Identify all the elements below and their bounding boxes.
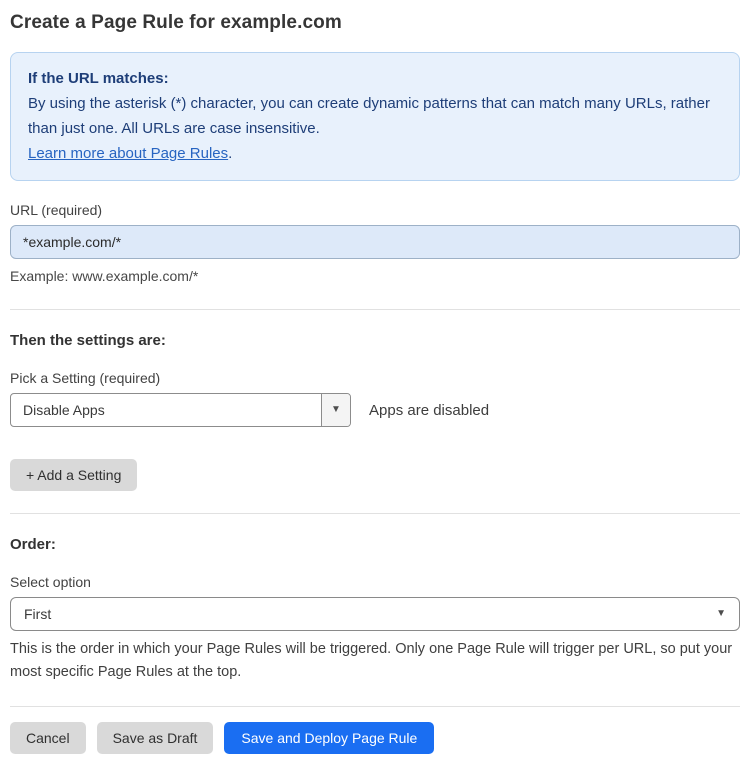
url-match-info-box: If the URL matches: By using the asteris…: [10, 52, 740, 181]
footer-actions: Cancel Save as Draft Save and Deploy Pag…: [10, 722, 740, 766]
pick-setting-label: Pick a Setting (required): [10, 370, 161, 386]
order-select[interactable]: First ▼: [10, 597, 740, 631]
url-field-helper: Example: www.example.com/*: [10, 268, 199, 284]
setting-dropdown-toggle-button[interactable]: ▼: [321, 394, 350, 426]
divider: [10, 513, 740, 514]
link-suffix: .: [228, 145, 233, 162]
url-field-label: URL (required): [10, 202, 103, 218]
order-select-value: First: [24, 606, 52, 622]
save-as-draft-button[interactable]: Save as Draft: [96, 722, 214, 754]
url-input[interactable]: [10, 225, 740, 259]
page-title: Create a Page Rule for example.com: [10, 12, 342, 33]
caret-down-icon: ▼: [331, 404, 341, 415]
info-box-body-text: By using the asterisk (*) character, you…: [28, 95, 710, 137]
cancel-button[interactable]: Cancel: [10, 722, 86, 754]
order-select-label: Select option: [10, 574, 91, 590]
caret-down-icon: ▼: [716, 608, 726, 619]
divider: [10, 309, 740, 310]
add-setting-button[interactable]: + Add a Setting: [10, 459, 138, 491]
order-section-heading: Order:: [10, 536, 56, 553]
learn-more-link[interactable]: Learn more about Page Rules: [28, 145, 228, 162]
info-box-body: By using the asterisk (*) character, you…: [28, 91, 722, 166]
settings-section-heading: Then the settings are:: [10, 332, 166, 349]
setting-row: Disable Apps ▼ Apps are disabled: [10, 393, 740, 427]
order-helper-text: This is the order in which your Page Rul…: [10, 641, 733, 680]
save-and-deploy-button[interactable]: Save and Deploy Page Rule: [224, 722, 435, 754]
divider: [10, 706, 740, 707]
setting-status-text: Apps are disabled: [369, 401, 490, 419]
setting-dropdown-value[interactable]: Disable Apps: [11, 394, 321, 426]
info-box-heading: If the URL matches:: [28, 70, 169, 87]
setting-dropdown[interactable]: Disable Apps ▼: [10, 393, 351, 427]
